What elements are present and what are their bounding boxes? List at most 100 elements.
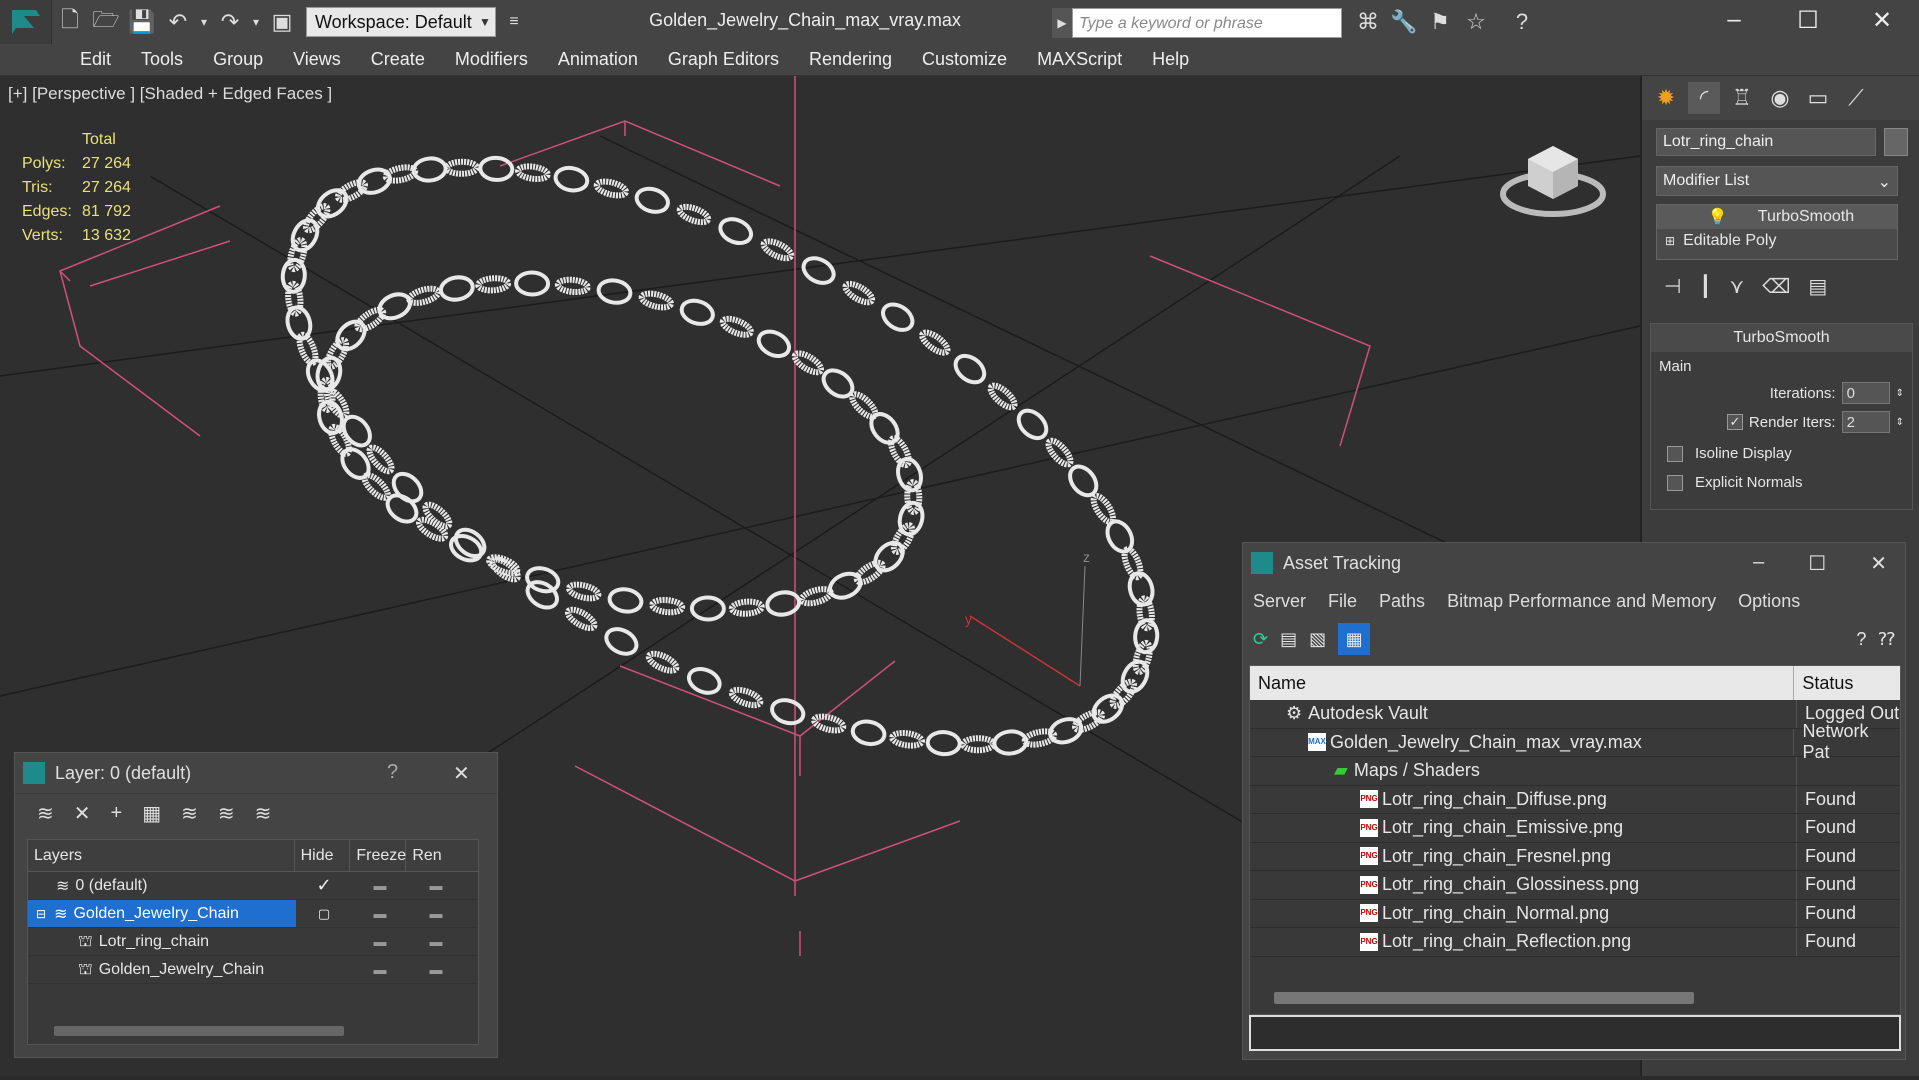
new-file-icon[interactable]: 🗋 <box>52 4 88 40</box>
configure-modifier-sets-icon[interactable]: ▤ <box>1808 274 1827 299</box>
undo-icon[interactable]: ↶ <box>160 4 196 40</box>
hide-toggle[interactable]: ▬ <box>352 962 408 977</box>
explicit-normals-checkbox[interactable] <box>1667 474 1683 491</box>
asset-path-field[interactable] <box>1249 1015 1901 1051</box>
help-icon[interactable]: ? <box>1856 629 1866 650</box>
menu-bitmap-performance[interactable]: Bitmap Performance and Memory <box>1447 591 1716 612</box>
menu-group[interactable]: Group <box>213 49 263 70</box>
open-file-icon[interactable]: 🗁 <box>88 4 124 40</box>
highlight-selected-icon[interactable]: ≋ <box>181 801 198 826</box>
column-header-status[interactable]: Status <box>1794 666 1900 700</box>
modifier-list-dropdown[interactable]: Modifier List ⌄ <box>1656 166 1898 196</box>
horizontal-scrollbar[interactable] <box>54 1026 344 1036</box>
project-folder-icon[interactable]: ▣ <box>264 4 300 40</box>
column-header-hide[interactable]: Hide <box>295 840 351 871</box>
spinner-arrows-icon[interactable]: ⇕ <box>1896 417 1904 428</box>
maximize-icon[interactable]: ☐ <box>1771 0 1845 40</box>
menu-file[interactable]: File <box>1328 591 1357 612</box>
make-unique-icon[interactable]: ⋎ <box>1729 274 1744 299</box>
menu-edit[interactable]: Edit <box>80 49 111 70</box>
menu-maxscript[interactable]: MAXScript <box>1037 49 1122 70</box>
freeze-toggle[interactable]: ▬ <box>408 906 464 921</box>
menu-customize[interactable]: Customize <box>922 49 1007 70</box>
lightbulb-icon[interactable]: 💡 <box>1708 207 1728 227</box>
hide-toggle[interactable]: ▬ <box>352 906 408 921</box>
communication-center-icon[interactable]: ⚑ <box>1422 4 1458 40</box>
column-header-freeze[interactable]: Freeze <box>350 840 407 871</box>
redo-icon[interactable]: ↷ <box>212 4 248 40</box>
object-color-swatch[interactable] <box>1884 128 1908 156</box>
hide-toggle[interactable]: ▬ <box>352 934 408 949</box>
menu-tools[interactable]: Tools <box>141 49 183 70</box>
menu-modifiers[interactable]: Modifiers <box>455 49 528 70</box>
table-row[interactable]: PNG Lotr_ring_chain_Fresnel.png Found <box>1250 842 1900 871</box>
close-icon[interactable]: ✕ <box>1845 0 1919 40</box>
maximize-icon[interactable]: ☐ <box>1808 551 1826 576</box>
list-view-icon[interactable]: ▤ <box>1280 629 1297 650</box>
binoculars-icon[interactable]: ⌘ <box>1350 4 1386 40</box>
stack-item-turbosmooth[interactable]: 💡 TurboSmooth <box>1657 205 1897 229</box>
hide-toggle[interactable]: ▬ <box>352 878 408 893</box>
minimize-icon[interactable]: – <box>1753 551 1764 576</box>
modify-tab-icon[interactable]: ◜ <box>1688 82 1720 114</box>
context-help-icon[interactable]: ⁇ <box>1878 629 1895 650</box>
close-icon[interactable]: ✕ <box>1870 551 1887 576</box>
undo-dropdown-icon[interactable]: ▾ <box>196 4 212 40</box>
layer-row[interactable]: ⛫ Lotr_ring_chain ▬ ▬ <box>28 928 478 956</box>
column-header-layers[interactable]: Layers <box>28 840 295 871</box>
menu-graph-editors[interactable]: Graph Editors <box>668 49 779 70</box>
help-icon[interactable]: ? <box>1504 4 1540 40</box>
set-active-layer-icon[interactable]: ▢ <box>296 906 352 922</box>
render-iters-spinner[interactable] <box>1841 411 1890 433</box>
menu-create[interactable]: Create <box>371 49 425 70</box>
active-layer-check-icon[interactable]: ✓ <box>296 875 352 896</box>
workspace-dropdown[interactable]: Workspace: Default ▼ <box>306 7 496 37</box>
favorites-star-icon[interactable]: ☆ <box>1458 4 1494 40</box>
menu-rendering[interactable]: Rendering <box>809 49 892 70</box>
column-header-name[interactable]: Name <box>1250 666 1795 700</box>
add-to-layer-icon[interactable]: + <box>111 802 123 825</box>
table-row[interactable]: PNG Lotr_ring_chain_Emissive.png Found <box>1250 814 1900 843</box>
search-expand-icon[interactable]: ▶ <box>1052 8 1072 38</box>
collapse-icon[interactable]: ⊟ <box>36 907 46 921</box>
app-logo-icon[interactable] <box>0 0 52 44</box>
pin-stack-icon[interactable]: ⊣ <box>1664 274 1681 299</box>
table-row[interactable]: PNG Lotr_ring_chain_Reflection.png Found <box>1250 928 1900 957</box>
create-tab-icon[interactable]: ✹ <box>1650 82 1682 114</box>
delete-layer-icon[interactable]: ✕ <box>74 801 91 826</box>
menu-help[interactable]: Help <box>1152 49 1189 70</box>
menu-views[interactable]: Views <box>293 49 341 70</box>
workspace-menu-icon[interactable]: ≡ <box>496 4 532 40</box>
table-row[interactable]: PNG Lotr_ring_chain_Diffuse.png Found <box>1250 785 1900 814</box>
table-row[interactable]: PNG Lotr_ring_chain_Normal.png Found <box>1250 899 1900 928</box>
column-header-render[interactable]: Ren <box>406 840 478 871</box>
motion-tab-icon[interactable]: ◉ <box>1764 82 1796 114</box>
freeze-toggle[interactable]: ▬ <box>408 934 464 949</box>
rollout-title[interactable]: TurboSmooth <box>1651 324 1912 352</box>
expand-icon[interactable]: ⊞ <box>1665 234 1675 248</box>
freeze-all-layers-icon[interactable]: ≋ <box>255 801 272 826</box>
iterations-spinner[interactable] <box>1841 382 1890 404</box>
layer-row[interactable]: ⊟ ≋ Golden_Jewelry_Chain ▢ ▬ ▬ <box>28 900 478 928</box>
spinner-arrows-icon[interactable]: ⇕ <box>1896 388 1904 399</box>
layer-row[interactable]: ≋ 0 (default) ✓ ▬ ▬ <box>28 872 478 900</box>
table-row[interactable]: PNG Lotr_ring_chain_Glossiness.png Found <box>1250 871 1900 900</box>
freeze-toggle[interactable]: ▬ <box>408 962 464 977</box>
stack-item-editable-poly[interactable]: ⊞ Editable Poly <box>1657 229 1897 253</box>
remove-modifier-icon[interactable]: ⌫ <box>1762 274 1790 299</box>
close-icon[interactable]: ✕ <box>453 761 470 786</box>
freeze-toggle[interactable]: ▬ <box>408 878 464 893</box>
hierarchy-tab-icon[interactable]: ♖ <box>1726 82 1758 114</box>
menu-animation[interactable]: Animation <box>558 49 638 70</box>
display-tab-icon[interactable]: ▭ <box>1802 82 1834 114</box>
menu-paths[interactable]: Paths <box>1379 591 1425 612</box>
table-row[interactable]: ▰ Maps / Shaders <box>1250 757 1900 786</box>
search-input[interactable]: Type a keyword or phrase <box>1072 8 1342 38</box>
redo-dropdown-icon[interactable]: ▾ <box>248 4 264 40</box>
wrench-icon[interactable]: 🔧 <box>1386 4 1422 40</box>
render-iters-checkbox[interactable]: ✓ <box>1726 414 1743 430</box>
minimize-icon[interactable]: – <box>1697 0 1771 40</box>
menu-options[interactable]: Options <box>1738 591 1800 612</box>
save-icon[interactable]: 💾 <box>124 4 160 40</box>
table-view-icon[interactable]: ▦ <box>1338 623 1371 655</box>
